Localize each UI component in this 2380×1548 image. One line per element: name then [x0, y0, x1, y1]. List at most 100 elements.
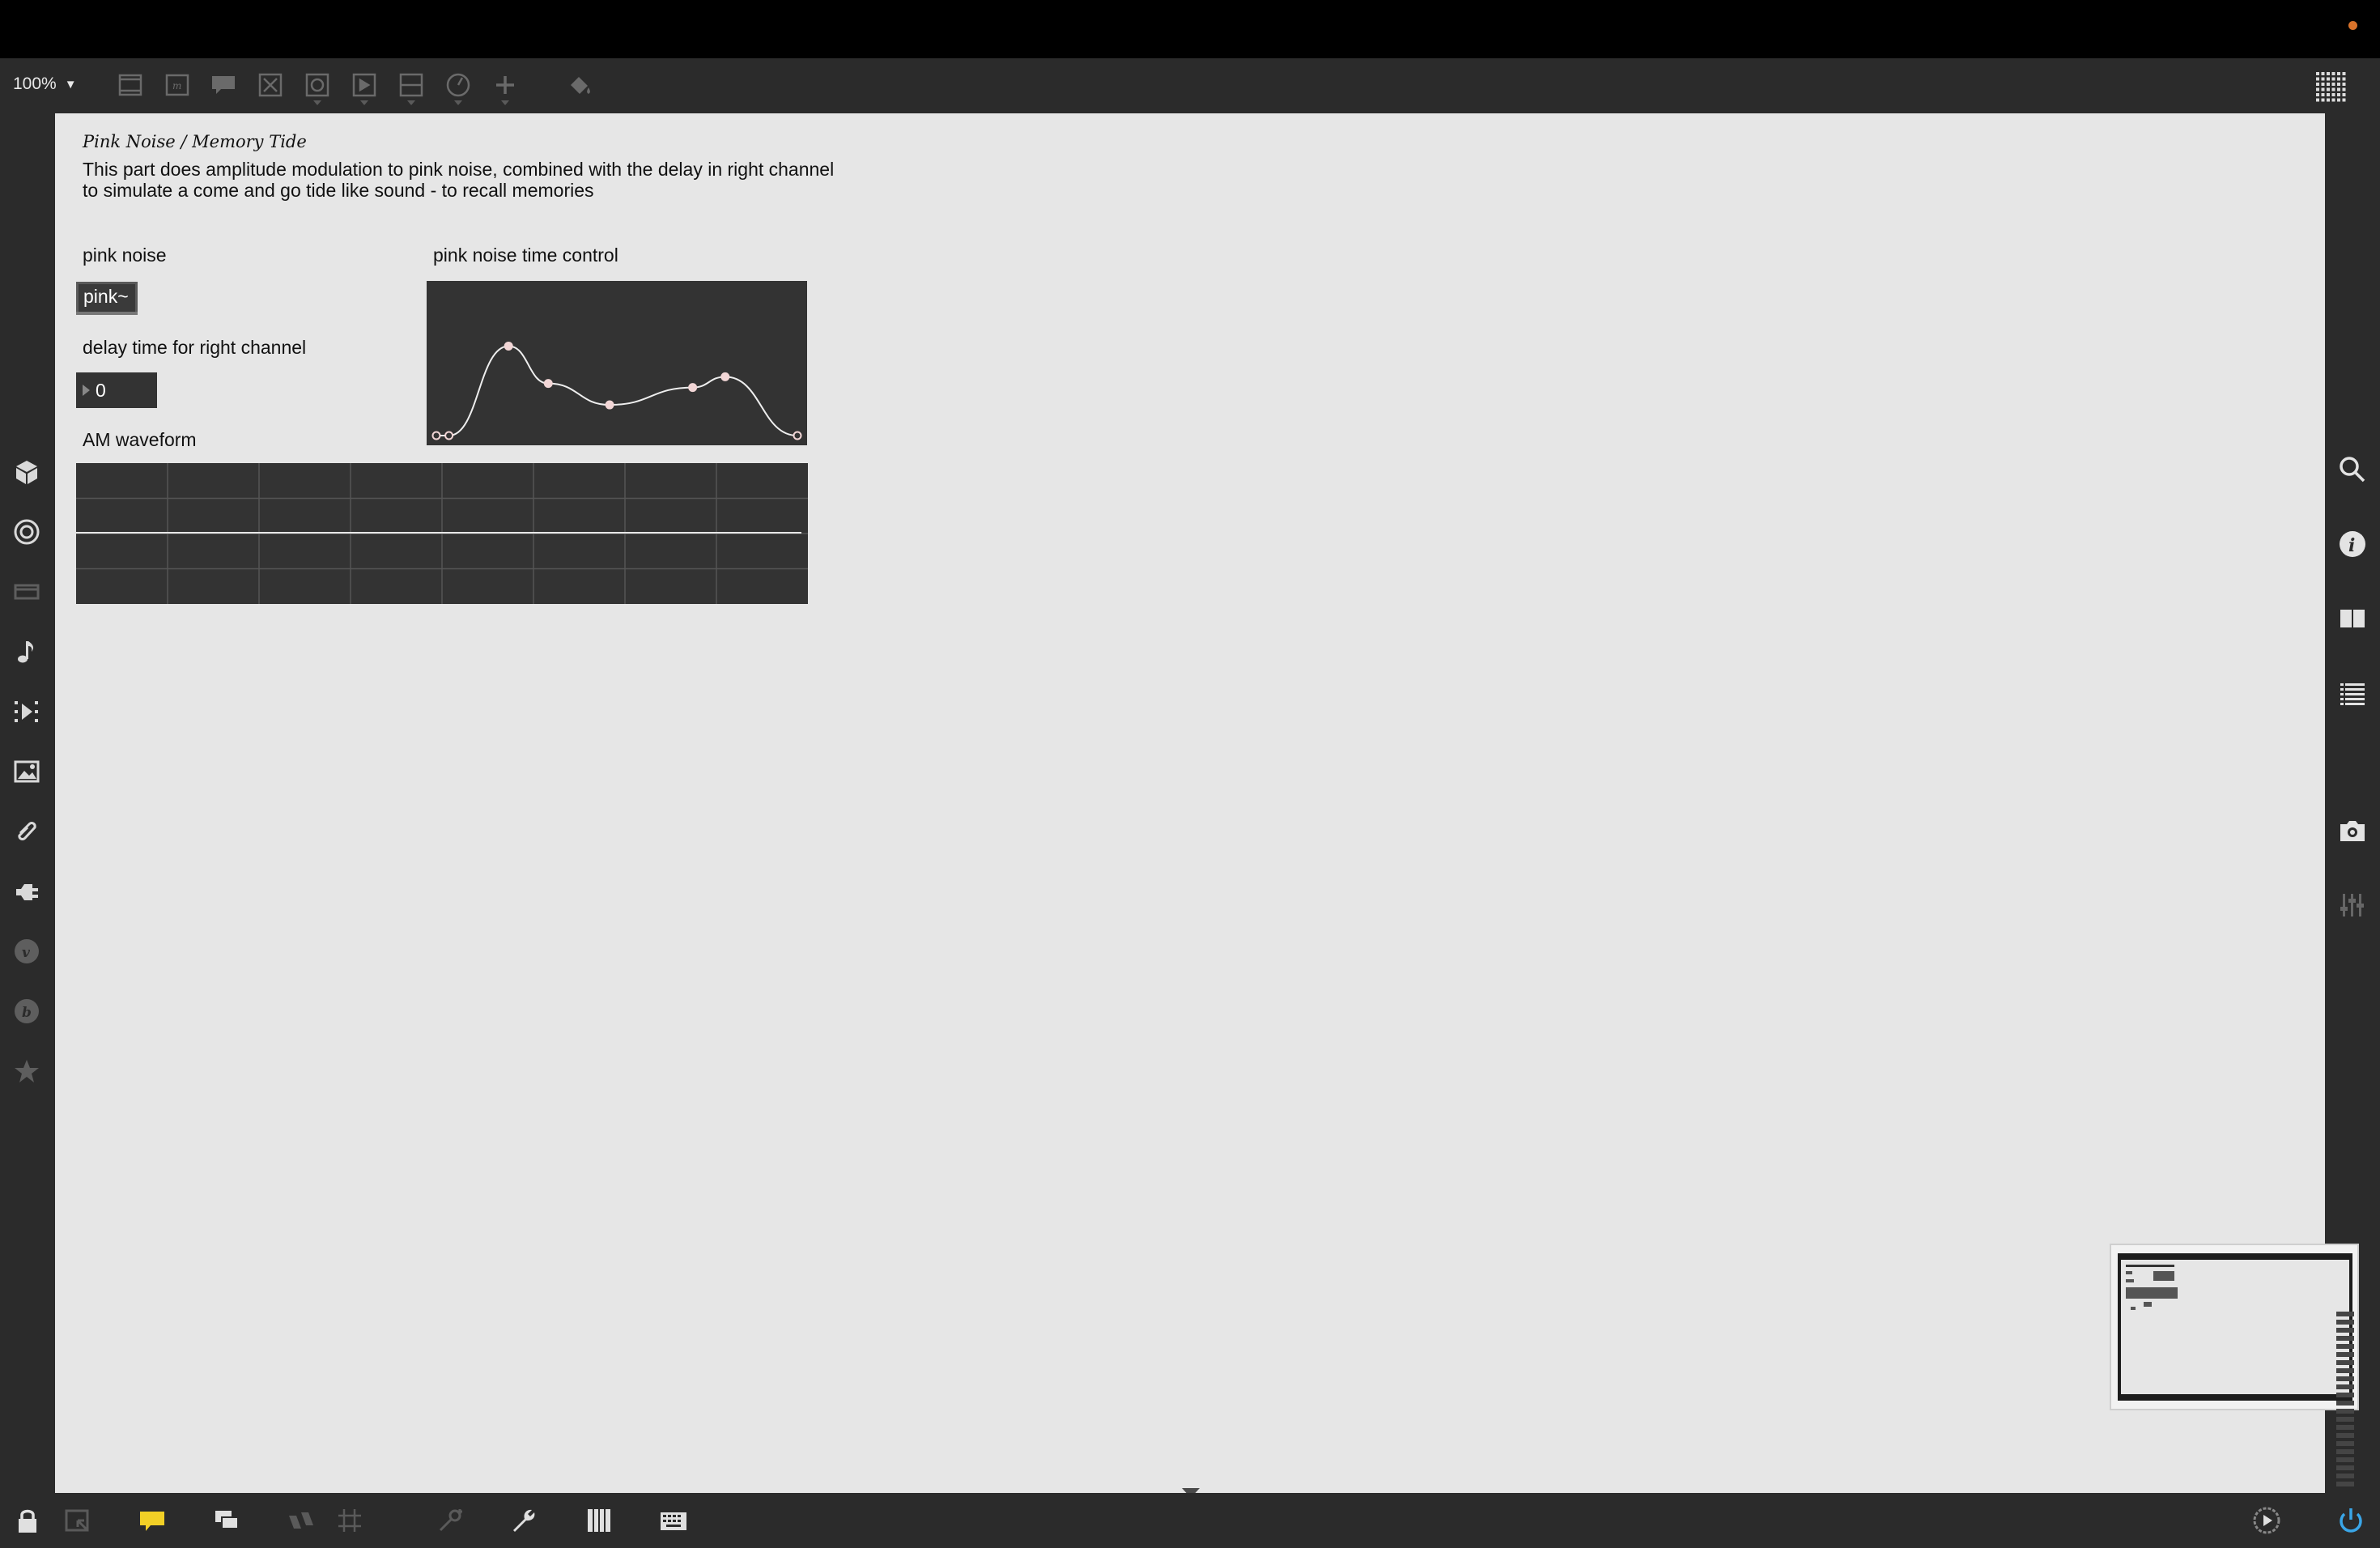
level-segment — [2336, 1336, 2354, 1341]
level-segment — [2336, 1457, 2354, 1462]
navigator-frame — [2118, 1253, 2352, 1401]
svg-text:v: v — [22, 945, 31, 961]
level-segment — [2336, 1352, 2354, 1357]
patch-description: This part does amplitude modulation to p… — [83, 159, 835, 201]
svg-text:m: m — [172, 80, 181, 91]
level-segment — [2336, 1441, 2354, 1446]
slider-icon[interactable] — [397, 71, 425, 105]
svg-text:i: i — [2348, 535, 2355, 556]
device-icon[interactable] — [11, 576, 42, 607]
level-segment — [2336, 1417, 2354, 1422]
dial-icon[interactable] — [444, 71, 472, 105]
delay-value: 0 — [96, 380, 106, 401]
am-waveform-label: AM waveform — [83, 429, 197, 450]
envelope-point[interactable] — [605, 400, 614, 410]
music-note-icon[interactable] — [11, 636, 42, 667]
grid-icon[interactable] — [334, 1504, 366, 1537]
vimeo-icon[interactable]: v — [11, 936, 42, 967]
debug-icon[interactable] — [434, 1504, 466, 1537]
package-icon[interactable] — [11, 457, 42, 487]
delay-time-label: delay time for right channel — [83, 337, 307, 358]
zoom-dropdown[interactable]: 100% ▼ — [13, 74, 77, 94]
media-sequence-icon[interactable] — [11, 696, 42, 727]
left-sidebar: v b — [0, 113, 55, 1493]
toggle-icon[interactable] — [304, 71, 331, 105]
chevron-down-icon: ▼ — [64, 77, 77, 91]
level-segment — [2336, 1465, 2354, 1470]
paint-bucket-icon[interactable] — [566, 71, 593, 99]
pink-noise-label: pink noise — [83, 245, 167, 266]
comment-icon[interactable] — [210, 71, 237, 99]
title-bar — [0, 0, 2380, 58]
patch-title: Pink Noise / Memory Tide — [83, 132, 307, 151]
level-segment — [2336, 1344, 2354, 1349]
envelope-point[interactable] — [688, 383, 698, 393]
time-control-label: pink noise time control — [433, 245, 618, 266]
level-segment — [2336, 1433, 2354, 1438]
level-segment — [2336, 1482, 2354, 1486]
info-icon[interactable]: i — [2336, 528, 2369, 560]
camera-icon[interactable] — [2336, 814, 2369, 847]
envelope-line — [436, 345, 798, 436]
level-segment — [2336, 1449, 2354, 1454]
number-arrow-icon — [83, 385, 90, 396]
level-segment — [2336, 1328, 2354, 1333]
scope-grid — [76, 463, 808, 604]
level-segment — [2336, 1393, 2354, 1397]
level-segment — [2336, 1409, 2354, 1414]
mixer-icon[interactable] — [2336, 889, 2369, 921]
delay-number-box[interactable]: 0 — [76, 372, 157, 408]
bottom-toolbar — [0, 1493, 2380, 1548]
grid-icon[interactable] — [2314, 70, 2348, 104]
envelope-point[interactable] — [431, 431, 441, 440]
bpatcher-icon[interactable]: b — [11, 996, 42, 1027]
level-segment — [2336, 1360, 2354, 1365]
playbar-icon[interactable] — [351, 71, 378, 105]
add-icon[interactable] — [491, 71, 519, 105]
function-editor[interactable] — [427, 281, 807, 445]
pink-noise-object[interactable]: pink~ — [76, 282, 138, 315]
paperclip-icon[interactable] — [11, 816, 42, 847]
level-segment — [2336, 1425, 2354, 1430]
comment-bubble-icon[interactable] — [136, 1504, 168, 1537]
wrench-icon[interactable] — [508, 1504, 541, 1537]
keyboard-icon[interactable] — [657, 1504, 690, 1537]
target-icon[interactable] — [11, 517, 42, 547]
patcher-canvas[interactable]: Pink Noise / Memory Tide This part does … — [55, 113, 2325, 1493]
piano-icon[interactable] — [583, 1504, 615, 1537]
search-icon[interactable] — [2336, 453, 2369, 486]
envelope-point[interactable] — [543, 379, 553, 389]
envelope-point[interactable] — [444, 431, 454, 440]
button-icon[interactable] — [257, 71, 284, 99]
book-icon[interactable] — [2336, 602, 2369, 635]
envelope-point[interactable] — [504, 341, 513, 351]
lock-icon[interactable] — [11, 1504, 44, 1537]
windows-icon[interactable] — [210, 1504, 243, 1537]
navigator-preview — [2121, 1260, 2349, 1394]
hide-icon[interactable] — [285, 1504, 317, 1537]
toolbar: 100% ▼ m — [0, 58, 2380, 113]
level-segment — [2336, 1320, 2354, 1325]
list-icon[interactable] — [2336, 677, 2369, 709]
image-icon[interactable] — [11, 756, 42, 787]
message-icon[interactable]: m — [164, 71, 191, 99]
plugin-icon[interactable] — [11, 876, 42, 907]
envelope-point[interactable] — [793, 431, 802, 440]
new-object-icon[interactable] — [117, 71, 144, 99]
svg-text:b: b — [22, 1005, 32, 1021]
envelope-point[interactable] — [720, 372, 730, 381]
status-dot — [2348, 21, 2357, 30]
power-icon[interactable] — [2335, 1504, 2367, 1537]
level-segment — [2336, 1384, 2354, 1389]
transport-icon[interactable] — [2250, 1504, 2283, 1537]
star-icon[interactable] — [11, 1056, 42, 1087]
level-segment — [2336, 1368, 2354, 1373]
level-segment — [2336, 1401, 2354, 1406]
level-segment — [2336, 1376, 2354, 1381]
envelope-graph[interactable] — [427, 281, 807, 445]
zoom-value: 100% — [13, 74, 57, 93]
presentation-icon[interactable] — [62, 1504, 94, 1537]
patcher-navigator[interactable] — [2110, 1244, 2359, 1410]
am-waveform-scope — [76, 463, 808, 604]
audio-level-meter — [2336, 1312, 2356, 1491]
